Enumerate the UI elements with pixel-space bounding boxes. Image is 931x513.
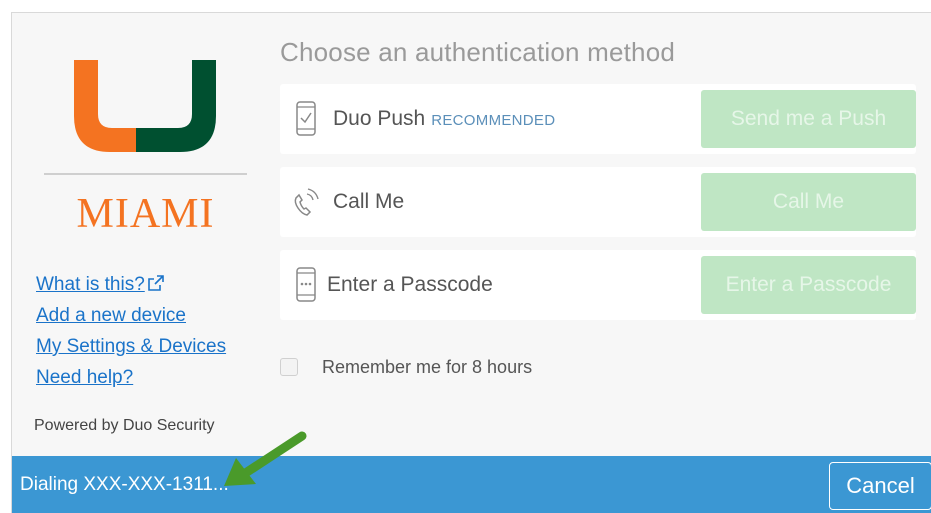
call-me-button[interactable]: Call Me <box>701 173 916 231</box>
duo-push-label: Duo Push <box>333 107 426 130</box>
duo-prompt-frame: MIAMI What is this? Add a new device My … <box>11 12 931 513</box>
need-help-link[interactable]: Need help? <box>36 362 226 393</box>
logo-wordmark: MIAMI <box>76 191 215 237</box>
university-u-logo <box>74 60 216 152</box>
recommended-badge: RECOMMENDED <box>431 112 556 129</box>
help-links: What is this? Add a new device My Settin… <box>36 269 226 393</box>
what-is-this-link[interactable]: What is this? <box>36 269 226 300</box>
add-new-device-link[interactable]: Add a new device <box>36 300 226 331</box>
phone-passcode-icon <box>296 267 316 302</box>
status-bar: Dialing XXX-XXX-1311... Cancel <box>12 456 931 513</box>
remember-me-checkbox[interactable] <box>280 358 298 376</box>
method-row-call-me: Call Me Call Me <box>280 167 916 237</box>
send-push-button[interactable]: Send me a Push <box>701 90 916 148</box>
external-link-icon <box>147 275 164 291</box>
dialing-status: Dialing XXX-XXX-1311... <box>20 474 229 495</box>
page-title: Choose an authentication method <box>280 37 676 67</box>
phone-call-icon <box>294 188 319 216</box>
remember-me-label: Remember me for 8 hours <box>322 357 533 377</box>
phone-check-icon <box>296 101 316 136</box>
enter-passcode-button[interactable]: Enter a Passcode <box>701 256 916 314</box>
call-me-label: Call Me <box>333 190 405 213</box>
logo-divider <box>44 173 247 175</box>
cancel-button[interactable]: Cancel <box>829 462 931 510</box>
powered-by-text: Powered by Duo Security <box>34 417 215 434</box>
passcode-label: Enter a Passcode <box>327 273 493 296</box>
sidebar: MIAMI What is this? Add a new device My … <box>12 13 262 455</box>
green-arrow-icon <box>224 431 307 486</box>
method-row-duo-push: Duo Push RECOMMENDED Send me a Push <box>280 84 916 154</box>
my-settings-devices-link[interactable]: My Settings & Devices <box>36 331 226 362</box>
method-row-passcode: Enter a Passcode Enter a Passcode <box>280 250 916 320</box>
method-label-duo-push: Duo Push RECOMMENDED <box>333 84 555 156</box>
what-is-this-label: What is this? <box>36 274 145 295</box>
